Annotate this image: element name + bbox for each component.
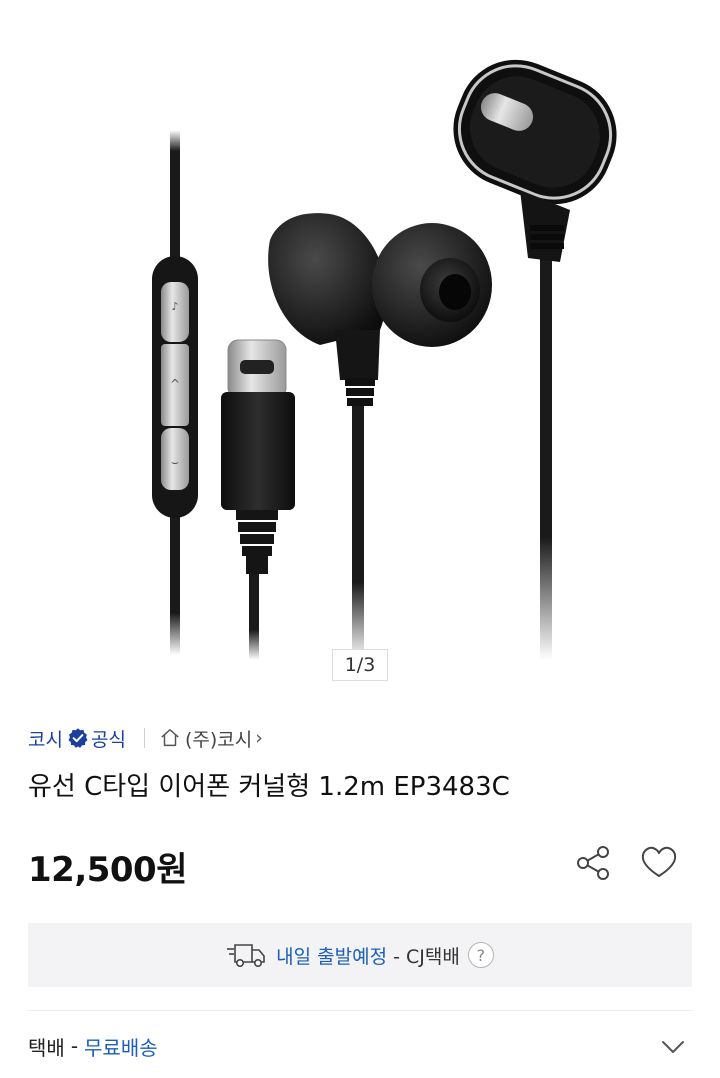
delivery-date: 내일 출발예정 [276,945,388,968]
earphone-product-image: ♪ ^ ⌣ [152,59,617,660]
truck-icon [226,941,268,969]
official-label: 공식 [90,728,126,751]
brand-separator [143,728,145,748]
question-icon[interactable]: ? [467,942,494,968]
shipping-value: 무료배송 [84,1035,158,1060]
delivery-carrier: - CJ택배 [387,945,460,968]
share-icon [577,846,609,880]
heart-icon [641,846,677,877]
chevron-down-icon[interactable] [658,1032,688,1062]
product-image-gallery[interactable]: ♪ ^ ⌣ 1/3 [0,0,720,690]
product-title: 유선 C타입 이어폰 커널형 1.2m EP3483C [28,772,510,802]
delivery-info-box: 내일 출발예정 - CJ택배 ? [28,923,692,987]
brand-name-link[interactable]: 코시 [28,725,63,752]
share-button[interactable] [570,840,616,886]
product-price: 12,500원 [28,850,187,890]
home-icon [161,729,179,747]
store-link[interactable]: (주)코시 › [159,725,263,752]
svg-text:♪: ♪ [171,300,178,313]
verified-badge-icon [67,727,89,749]
store-chevron-icon: › [255,727,263,749]
wishlist-button[interactable] [636,840,682,886]
shipping-label: 택배 [28,1035,65,1060]
svg-text:^: ^ [170,377,180,391]
shipping-dash: - [70,1034,79,1058]
store-name: (주)코시 [184,728,253,751]
shipping-option-row[interactable]: 택배 - 무료배송 [28,1028,692,1064]
svg-text:⌣: ⌣ [171,455,179,469]
image-page-indicator: 1/3 [332,649,388,681]
section-divider [28,1010,692,1011]
brand-row: 코시 공식 (주)코시 › [28,722,263,754]
